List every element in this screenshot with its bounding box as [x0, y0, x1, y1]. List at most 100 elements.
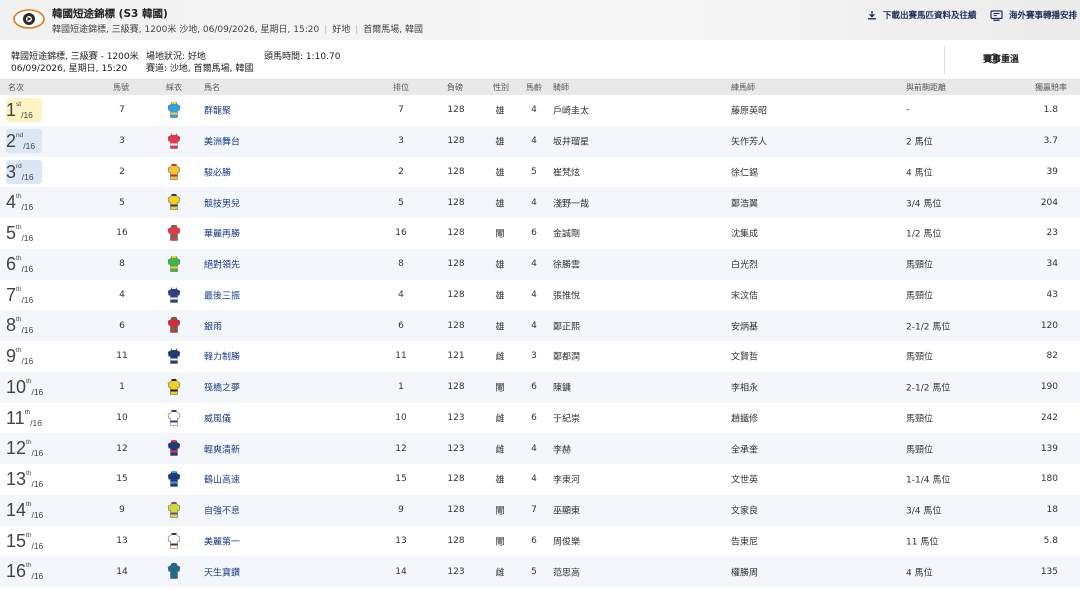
jockey-name: 李赫 — [553, 445, 572, 456]
race-info-panel: 韓國短途錦標, 三級賽 - 1200米 06/09/2026, 星期日, 15:… — [0, 40, 1080, 80]
race-subtitle: 韓國短途錦標, 三級賽, 1200米 沙地, 06/09/2026, 星期日, … — [52, 22, 423, 35]
margin: - — [906, 105, 910, 116]
place-suffix: th — [16, 224, 22, 231]
finish-position: 9th/16 — [6, 344, 42, 368]
win-odds: 3.7 — [1043, 136, 1058, 147]
race-replay-button[interactable]: 賽事重溫 — [983, 53, 1019, 65]
track-surface: 賽道: 沙地, 首爾馬場, 韓國 — [146, 64, 254, 74]
jockey-name: 周俊樂 — [553, 537, 581, 548]
overseas-broadcast-button[interactable]: 海外賽事轉播安排 — [990, 9, 1077, 21]
horse-name-link[interactable]: 駿必勝 — [204, 165, 231, 178]
place-number: 4 — [6, 192, 17, 213]
place-number: 12 — [6, 438, 27, 459]
place-suffix: th — [26, 439, 32, 447]
table-row: 12th/16 12 輕爽清新 12 123 雌 4 李赫 全承奎 馬頸位 139 — [0, 433, 1080, 464]
draw: 8 — [398, 259, 404, 270]
divider: | — [355, 25, 359, 35]
horse-number: 12 — [116, 443, 128, 454]
race-summary: 韓國短途錦標, 三級賽, 1200米 沙地, 06/09/2026, 星期日, … — [52, 25, 320, 35]
weight: 128 — [447, 289, 465, 300]
weight: 123 — [447, 566, 465, 577]
col-margin: 與前駒距離 — [906, 83, 946, 92]
field-size: /16 — [31, 571, 44, 582]
age: 6 — [531, 535, 537, 546]
age: 4 — [531, 105, 537, 116]
horse-name-link[interactable]: 天生寶鑽 — [204, 565, 240, 578]
age: 4 — [531, 443, 537, 454]
field-size: /16 — [21, 356, 34, 366]
weight: 123 — [447, 412, 465, 423]
silks-icon — [167, 470, 181, 487]
win-odds: 120 — [1040, 320, 1058, 331]
horse-number: 10 — [116, 412, 128, 423]
sex: 雄 — [495, 199, 505, 210]
field-size: /16 — [21, 202, 34, 213]
age: 5 — [531, 166, 537, 177]
silks-icon — [167, 378, 181, 395]
place-number: 11 — [6, 407, 25, 428]
horse-name-link[interactable]: 絕對領先 — [204, 258, 240, 271]
win-odds: 204 — [1040, 197, 1058, 208]
eye-logo-icon — [13, 9, 45, 29]
margin: 2-1/2 馬位 — [906, 383, 951, 394]
col-draw: 排位 — [393, 83, 409, 92]
horse-name-link[interactable]: 自強不息 — [204, 504, 240, 517]
place-suffix: th — [16, 347, 22, 354]
horse-name-link[interactable]: 競技男兒 — [204, 196, 240, 209]
horse-name-link[interactable]: 威風儀 — [204, 411, 231, 424]
field-size: /16 — [21, 110, 33, 120]
horse-number: 2 — [119, 166, 125, 177]
draw: 14 — [395, 566, 407, 577]
table-row: 9th/16 11 韓力制勝 11 121 雌 3 鄭都潤 文賢哲 馬頸位 82 — [0, 341, 1080, 372]
place-suffix: th — [26, 377, 32, 385]
horse-name-link[interactable]: 最後三振 — [204, 288, 240, 301]
draw: 11 — [395, 351, 407, 362]
horse-name-link[interactable]: 美麗第一 — [204, 534, 240, 547]
age: 4 — [531, 136, 537, 147]
horse-name-link[interactable]: 韓力制勝 — [204, 350, 240, 363]
win-odds: 5.8 — [1043, 535, 1058, 546]
finish-position: 5th/16 — [6, 221, 42, 245]
weight: 128 — [447, 382, 465, 393]
silks-icon — [167, 317, 181, 333]
place-suffix: th — [16, 193, 22, 201]
draw: 6 — [398, 320, 404, 331]
horse-name-link[interactable]: 鶴山高速 — [204, 473, 240, 486]
jockey-name: 淺野一哉 — [553, 199, 590, 210]
place-suffix: th — [16, 285, 22, 293]
field-size: /16 — [30, 417, 42, 428]
win-odds: 139 — [1040, 443, 1058, 454]
horse-name-link[interactable]: 群龍聚 — [204, 104, 231, 117]
finish-position: 2nd/16 — [6, 128, 42, 153]
horse-name-link[interactable]: 華麗再勝 — [204, 227, 240, 240]
field-size: /16 — [31, 386, 44, 397]
silks-icon — [167, 194, 181, 210]
table-row: 5th/16 16 華麗再勝 16 128 閹 6 金誠剛 沈集成 1/2 馬位 23 — [0, 218, 1080, 249]
draw: 5 — [398, 197, 404, 208]
horse-number: 9 — [119, 505, 125, 516]
divider: | — [324, 25, 328, 35]
margin: 1/2 馬位 — [906, 229, 942, 240]
margin: 2-1/2 馬位 — [906, 322, 951, 333]
horse-number: 4 — [119, 289, 125, 300]
win-odds: 23 — [1046, 228, 1058, 239]
table-row: 6th/16 8 絕對領先 8 128 雄 4 徐勝雲 白光烈 馬頸位 34 — [0, 248, 1080, 280]
jockey-name: 陳鏞 — [553, 383, 572, 394]
draw: 12 — [395, 443, 407, 454]
table-row: 2nd/16 3 美洲舞台 3 128 雄 4 坂井瑠星 矢作芳人 2 馬位 3.7 — [0, 125, 1080, 157]
horse-name-link[interactable]: 筏橋之夢 — [204, 381, 240, 394]
margin: 馬頸位 — [906, 352, 934, 363]
place-suffix: th — [26, 470, 32, 477]
place-number: 2 — [6, 130, 17, 151]
place-number: 7 — [6, 284, 17, 305]
place-number: 13 — [6, 469, 27, 489]
race-replay-label: 賽事重溫 — [983, 55, 1020, 65]
download-form-button[interactable]: 下載出賽馬匹資料及往績 — [867, 9, 977, 21]
place-number: 8 — [6, 315, 17, 336]
horse-name-link[interactable]: 銀雨 — [204, 319, 222, 332]
draw: 13 — [395, 535, 407, 546]
horse-name-link[interactable]: 輕爽清新 — [204, 442, 240, 455]
place-suffix: rd — [16, 162, 22, 170]
horse-name-link[interactable]: 美洲舞台 — [204, 135, 240, 148]
overseas-broadcast-label: 海外賽事轉播安排 — [1009, 11, 1078, 21]
